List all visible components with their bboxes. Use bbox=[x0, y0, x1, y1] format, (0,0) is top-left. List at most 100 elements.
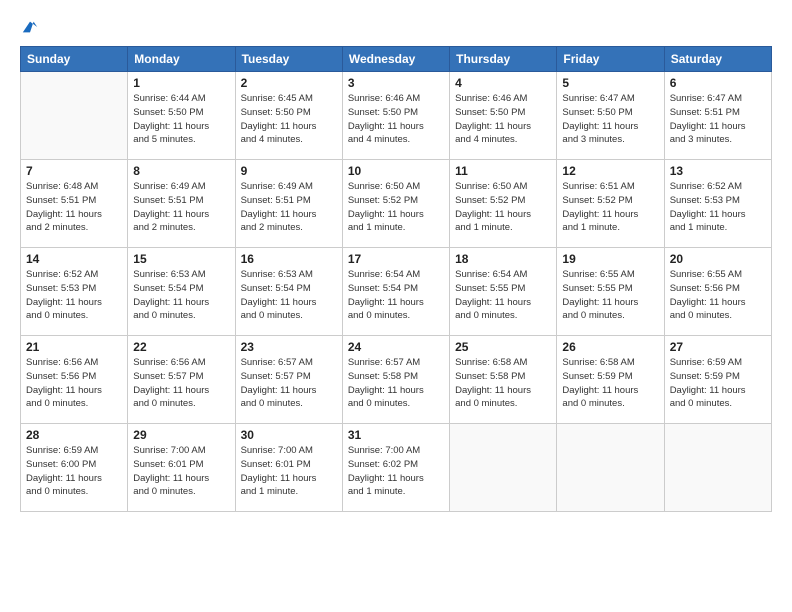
day-number: 11 bbox=[455, 164, 551, 178]
day-number: 1 bbox=[133, 76, 229, 90]
calendar-week-row: 21 Sunrise: 6:56 AM Sunset: 5:56 PM Dayli… bbox=[21, 336, 772, 424]
calendar-cell bbox=[21, 72, 128, 160]
day-number: 3 bbox=[348, 76, 444, 90]
calendar-cell bbox=[664, 424, 771, 512]
calendar-cell: 15 Sunrise: 6:53 AM Sunset: 5:54 PM Dayli… bbox=[128, 248, 235, 336]
calendar-cell: 17Sunrise: 6:54 AM Sunset: 5:54 PM Dayli… bbox=[342, 248, 449, 336]
cell-info: Sunrise: 6:49 AM Sunset: 5:51 PM Dayligh… bbox=[133, 180, 229, 235]
day-number: 17 bbox=[348, 252, 444, 266]
day-number: 15 bbox=[133, 252, 229, 266]
calendar-header-row: SundayMondayTuesdayWednesdayThursdayFrid… bbox=[21, 47, 772, 72]
cell-info: Sunrise: 6:47 AM Sunset: 5:51 PM Dayligh… bbox=[670, 92, 766, 147]
cell-info: Sunrise: 6:47 AM Sunset: 5:50 PM Dayligh… bbox=[562, 92, 658, 147]
cell-info: Sunrise: 6:58 AM Sunset: 5:58 PM Dayligh… bbox=[455, 356, 551, 411]
calendar-cell: 29 Sunrise: 7:00 AM Sunset: 6:01 PM Dayli… bbox=[128, 424, 235, 512]
calendar-cell: 24 Sunrise: 6:57 AM Sunset: 5:58 PM Dayli… bbox=[342, 336, 449, 424]
calendar-body: 1 Sunrise: 6:44 AM Sunset: 5:50 PM Daylig… bbox=[21, 72, 772, 512]
weekday-header: Sunday bbox=[21, 47, 128, 72]
cell-info: Sunrise: 6:56 AM Sunset: 5:57 PM Dayligh… bbox=[133, 356, 229, 411]
day-number: 5 bbox=[562, 76, 658, 90]
day-number: 18 bbox=[455, 252, 551, 266]
cell-info: Sunrise: 6:49 AM Sunset: 5:51 PM Dayligh… bbox=[241, 180, 337, 235]
calendar-week-row: 7 Sunrise: 6:48 AM Sunset: 5:51 PM Daylig… bbox=[21, 160, 772, 248]
cell-info: Sunrise: 6:45 AM Sunset: 5:50 PM Dayligh… bbox=[241, 92, 337, 147]
weekday-header: Monday bbox=[128, 47, 235, 72]
day-number: 13 bbox=[670, 164, 766, 178]
calendar-table: SundayMondayTuesdayWednesdayThursdayFrid… bbox=[20, 46, 772, 512]
calendar-cell: 21 Sunrise: 6:56 AM Sunset: 5:56 PM Dayli… bbox=[21, 336, 128, 424]
cell-info: Sunrise: 6:44 AM Sunset: 5:50 PM Dayligh… bbox=[133, 92, 229, 147]
day-number: 30 bbox=[241, 428, 337, 442]
day-number: 4 bbox=[455, 76, 551, 90]
day-number: 14 bbox=[26, 252, 122, 266]
calendar-cell: 25Sunrise: 6:58 AM Sunset: 5:58 PM Dayli… bbox=[450, 336, 557, 424]
weekday-header: Friday bbox=[557, 47, 664, 72]
cell-info: Sunrise: 6:54 AM Sunset: 5:55 PM Dayligh… bbox=[455, 268, 551, 323]
calendar-cell bbox=[557, 424, 664, 512]
cell-info: Sunrise: 6:53 AM Sunset: 5:54 PM Dayligh… bbox=[241, 268, 337, 323]
weekday-header: Thursday bbox=[450, 47, 557, 72]
cell-info: Sunrise: 6:48 AM Sunset: 5:51 PM Dayligh… bbox=[26, 180, 122, 235]
calendar-cell: 6 Sunrise: 6:47 AM Sunset: 5:51 PM Daylig… bbox=[664, 72, 771, 160]
day-number: 29 bbox=[133, 428, 229, 442]
calendar-cell: 31Sunrise: 7:00 AM Sunset: 6:02 PM Dayli… bbox=[342, 424, 449, 512]
day-number: 19 bbox=[562, 252, 658, 266]
calendar-cell: 14 Sunrise: 6:52 AM Sunset: 5:53 PM Dayli… bbox=[21, 248, 128, 336]
calendar-cell: 23 Sunrise: 6:57 AM Sunset: 5:57 PM Dayli… bbox=[235, 336, 342, 424]
day-number: 20 bbox=[670, 252, 766, 266]
cell-info: Sunrise: 6:46 AM Sunset: 5:50 PM Dayligh… bbox=[348, 92, 444, 147]
cell-info: Sunrise: 6:50 AM Sunset: 5:52 PM Dayligh… bbox=[348, 180, 444, 235]
day-number: 12 bbox=[562, 164, 658, 178]
day-number: 24 bbox=[348, 340, 444, 354]
day-number: 22 bbox=[133, 340, 229, 354]
calendar-cell: 13 Sunrise: 6:52 AM Sunset: 5:53 PM Dayli… bbox=[664, 160, 771, 248]
cell-info: Sunrise: 6:52 AM Sunset: 5:53 PM Dayligh… bbox=[26, 268, 122, 323]
cell-info: Sunrise: 7:00 AM Sunset: 6:01 PM Dayligh… bbox=[241, 444, 337, 499]
calendar-cell: 7 Sunrise: 6:48 AM Sunset: 5:51 PM Daylig… bbox=[21, 160, 128, 248]
day-number: 23 bbox=[241, 340, 337, 354]
cell-info: Sunrise: 6:53 AM Sunset: 5:54 PM Dayligh… bbox=[133, 268, 229, 323]
cell-info: Sunrise: 6:56 AM Sunset: 5:56 PM Dayligh… bbox=[26, 356, 122, 411]
day-number: 26 bbox=[562, 340, 658, 354]
calendar-cell: 16 Sunrise: 6:53 AM Sunset: 5:54 PM Dayli… bbox=[235, 248, 342, 336]
cell-info: Sunrise: 6:55 AM Sunset: 5:55 PM Dayligh… bbox=[562, 268, 658, 323]
day-number: 9 bbox=[241, 164, 337, 178]
page: SundayMondayTuesdayWednesdayThursdayFrid… bbox=[0, 0, 792, 612]
calendar-cell: 10 Sunrise: 6:50 AM Sunset: 5:52 PM Dayli… bbox=[342, 160, 449, 248]
day-number: 2 bbox=[241, 76, 337, 90]
calendar-cell: 12 Sunrise: 6:51 AM Sunset: 5:52 PM Dayli… bbox=[557, 160, 664, 248]
day-number: 7 bbox=[26, 164, 122, 178]
cell-info: Sunrise: 6:57 AM Sunset: 5:58 PM Dayligh… bbox=[348, 356, 444, 411]
logo-icon bbox=[21, 18, 39, 36]
calendar-cell: 30 Sunrise: 7:00 AM Sunset: 6:01 PM Dayli… bbox=[235, 424, 342, 512]
calendar-cell: 11Sunrise: 6:50 AM Sunset: 5:52 PM Dayli… bbox=[450, 160, 557, 248]
calendar-cell: 2 Sunrise: 6:45 AM Sunset: 5:50 PM Daylig… bbox=[235, 72, 342, 160]
calendar-cell: 18 Sunrise: 6:54 AM Sunset: 5:55 PM Dayli… bbox=[450, 248, 557, 336]
cell-info: Sunrise: 6:52 AM Sunset: 5:53 PM Dayligh… bbox=[670, 180, 766, 235]
calendar-cell: 1 Sunrise: 6:44 AM Sunset: 5:50 PM Daylig… bbox=[128, 72, 235, 160]
day-number: 10 bbox=[348, 164, 444, 178]
calendar-week-row: 1 Sunrise: 6:44 AM Sunset: 5:50 PM Daylig… bbox=[21, 72, 772, 160]
cell-info: Sunrise: 6:55 AM Sunset: 5:56 PM Dayligh… bbox=[670, 268, 766, 323]
calendar-cell: 5 Sunrise: 6:47 AM Sunset: 5:50 PM Daylig… bbox=[557, 72, 664, 160]
calendar-cell: 27Sunrise: 6:59 AM Sunset: 5:59 PM Dayli… bbox=[664, 336, 771, 424]
cell-info: Sunrise: 6:59 AM Sunset: 6:00 PM Dayligh… bbox=[26, 444, 122, 499]
weekday-header: Wednesday bbox=[342, 47, 449, 72]
day-number: 8 bbox=[133, 164, 229, 178]
cell-info: Sunrise: 7:00 AM Sunset: 6:01 PM Dayligh… bbox=[133, 444, 229, 499]
calendar-cell bbox=[450, 424, 557, 512]
day-number: 27 bbox=[670, 340, 766, 354]
cell-info: Sunrise: 6:46 AM Sunset: 5:50 PM Dayligh… bbox=[455, 92, 551, 147]
day-number: 16 bbox=[241, 252, 337, 266]
cell-info: Sunrise: 6:57 AM Sunset: 5:57 PM Dayligh… bbox=[241, 356, 337, 411]
weekday-header: Tuesday bbox=[235, 47, 342, 72]
calendar-cell: 22 Sunrise: 6:56 AM Sunset: 5:57 PM Dayli… bbox=[128, 336, 235, 424]
day-number: 31 bbox=[348, 428, 444, 442]
calendar-cell: 4 Sunrise: 6:46 AM Sunset: 5:50 PM Daylig… bbox=[450, 72, 557, 160]
day-number: 6 bbox=[670, 76, 766, 90]
calendar-cell: 28 Sunrise: 6:59 AM Sunset: 6:00 PM Dayli… bbox=[21, 424, 128, 512]
header bbox=[20, 18, 772, 36]
day-number: 21 bbox=[26, 340, 122, 354]
day-number: 28 bbox=[26, 428, 122, 442]
cell-info: Sunrise: 6:51 AM Sunset: 5:52 PM Dayligh… bbox=[562, 180, 658, 235]
